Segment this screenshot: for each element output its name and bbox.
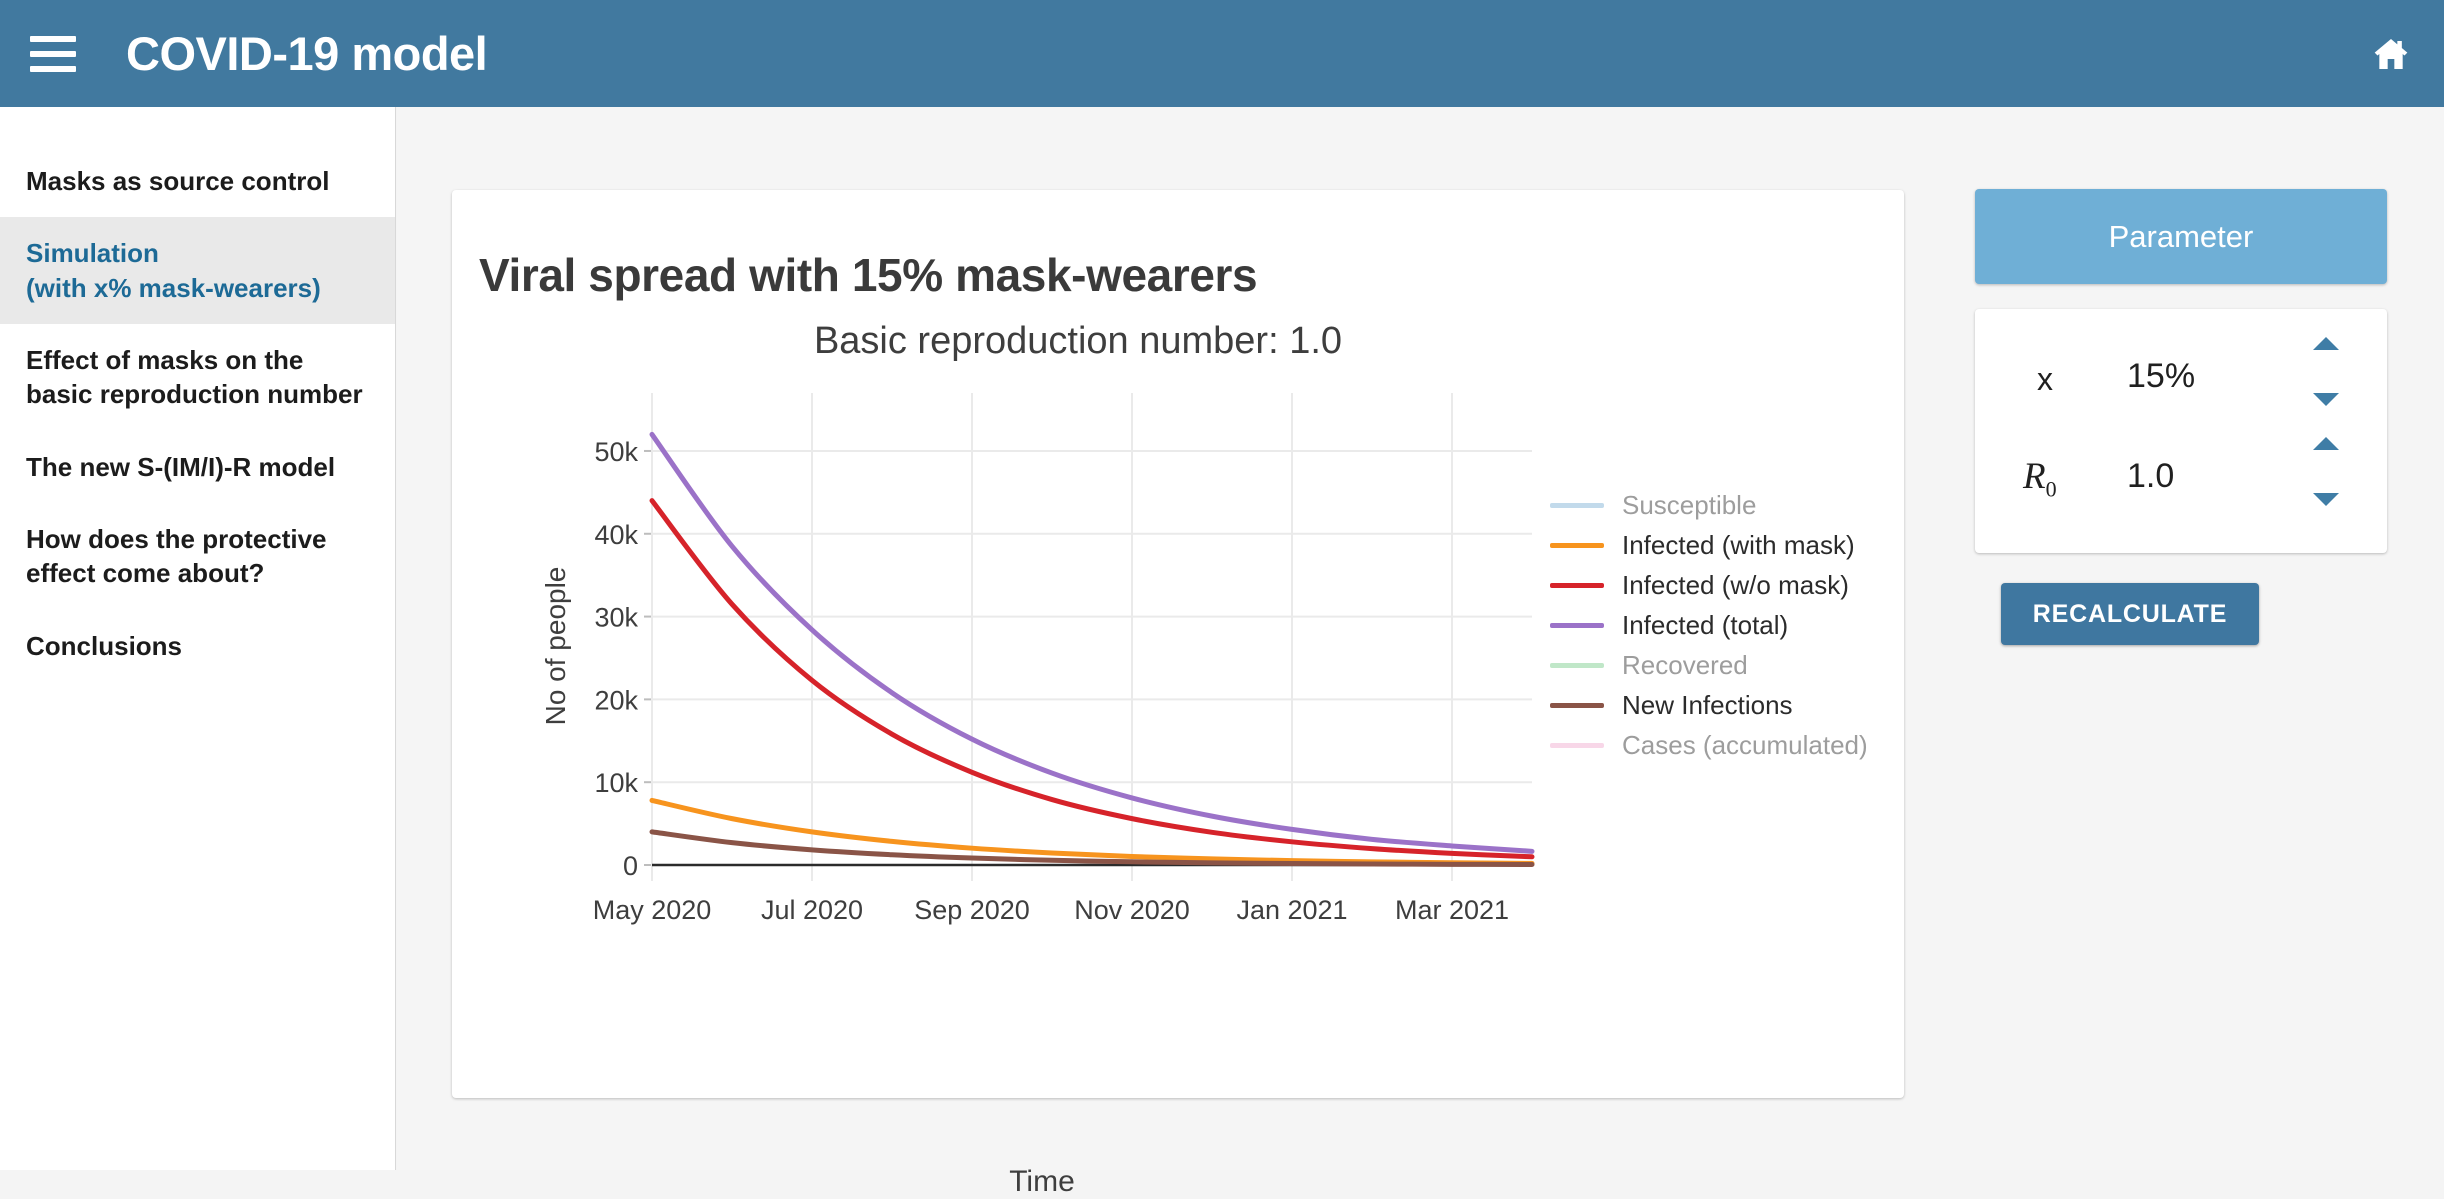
legend-item[interactable]: Infected (with mask) [1550,525,1868,565]
legend-swatch [1550,542,1604,548]
y-tick-label: 20k [594,685,638,715]
sidebar-item-label-line1: Simulation [26,238,159,269]
sidebar-nav: Masks as source control Simulation (with… [0,107,396,1170]
series-line [649,498,1535,860]
y-tick-label: 10k [594,768,638,798]
main-content: Viral spread with 15% mask-wearers Basic… [397,107,2444,1198]
chart-card: Viral spread with 15% mask-wearers Basic… [452,190,1904,1198]
legend-item[interactable]: New Infections [1550,685,1868,725]
sidebar-item-label-line2: (with x% mask-wearers) [26,272,321,303]
sidebar-item-simr-model[interactable]: The new S-(IM/I)-R model [0,431,395,503]
parameter-value-x[interactable]: 15% [2127,357,2195,396]
parameter-symbol-r0: R0 [2023,456,2057,502]
sidebar-item-conclusions[interactable]: Conclusions [0,610,395,682]
legend-label: New Infections [1622,689,1793,720]
x-tick-label: May 2020 [593,895,712,925]
app-header: COVID-19 model [0,0,2444,107]
y-tick-label: 30k [594,603,638,633]
home-icon[interactable] [2366,29,2416,79]
legend-item[interactable]: Infected (w/o mask) [1550,565,1868,605]
legend-label: Infected (w/o mask) [1622,569,1849,600]
x-tick-label: Mar 2021 [1395,895,1509,925]
x-tick-label: Jan 2021 [1236,895,1347,925]
stepper-up-r0[interactable] [2313,437,2343,450]
y-tick-label: 40k [594,520,638,550]
parameter-panel-header: Parameter [1975,189,2387,284]
triangle-up-icon [2313,337,2339,350]
x-axis-label: Time [1009,1165,1075,1198]
x-tick-label: Nov 2020 [1074,895,1190,925]
triangle-down-icon [2313,393,2339,406]
recalculate-button[interactable]: RECALCULATE [2001,583,2259,645]
legend-label: Cases (accumulated) [1622,729,1868,760]
legend-label: Susceptible [1622,489,1757,520]
legend-item[interactable]: Infected (total) [1550,605,1868,645]
legend-swatch [1550,622,1604,628]
plot-area: No of people 0 10k 20k 30k 40k 50k May 2020 Jul… [452,375,1904,1198]
stepper-down-x[interactable] [2313,393,2343,406]
legend-item[interactable]: Cases (accumulated) [1550,725,1868,765]
sidebar-item-effect-of-masks[interactable]: Effect of masks on the basic reproductio… [0,324,395,431]
sidebar-item-masks-as-source-control[interactable]: Masks as source control [0,145,395,217]
chart-legend: Susceptible Infected (with mask) Infected … [1550,485,1868,765]
legend-item[interactable]: Recovered [1550,645,1868,685]
legend-item[interactable]: Susceptible [1550,485,1868,525]
series-line [649,431,1535,854]
y-tick-label: 0 [623,851,638,881]
legend-swatch [1550,502,1604,508]
legend-label: Infected (with mask) [1622,529,1855,560]
parameter-row-x: x 15% [1975,331,2387,431]
chart-subtitle: Basic reproduction number: 1.0 [813,320,1343,362]
sidebar-item-simulation[interactable]: Simulation (with x% mask-wearers) [0,217,395,324]
legend-swatch [1550,702,1604,708]
legend-swatch [1550,582,1604,588]
hamburger-icon[interactable] [30,35,76,72]
parameter-symbol-x: x [2037,361,2053,397]
parameter-fields: x 15% R0 1.0 [1975,309,2387,553]
stepper-up-x[interactable] [2313,337,2343,350]
legend-label: Infected (total) [1622,609,1789,640]
triangle-down-icon [2313,493,2339,506]
legend-label: Recovered [1622,649,1748,680]
x-tick-label: Jul 2020 [761,895,863,925]
y-tick-label: 50k [594,437,638,467]
sidebar-item-protective-effect[interactable]: How does the protective effect come abou… [0,503,395,610]
stepper-down-r0[interactable] [2313,493,2343,506]
legend-swatch [1550,662,1604,668]
legend-swatch [1550,742,1604,748]
chart-title: Viral spread with 15% mask-wearers [479,249,1258,301]
triangle-up-icon [2313,437,2339,450]
parameter-row-r0: R0 1.0 [1975,431,2387,531]
x-tick-label: Sep 2020 [914,895,1030,925]
parameter-panel: Parameter x 15% R0 1.0 RECALCULATE [1975,189,2387,645]
app-title: COVID-19 model [126,27,488,80]
parameter-value-r0[interactable]: 1.0 [2127,457,2174,496]
